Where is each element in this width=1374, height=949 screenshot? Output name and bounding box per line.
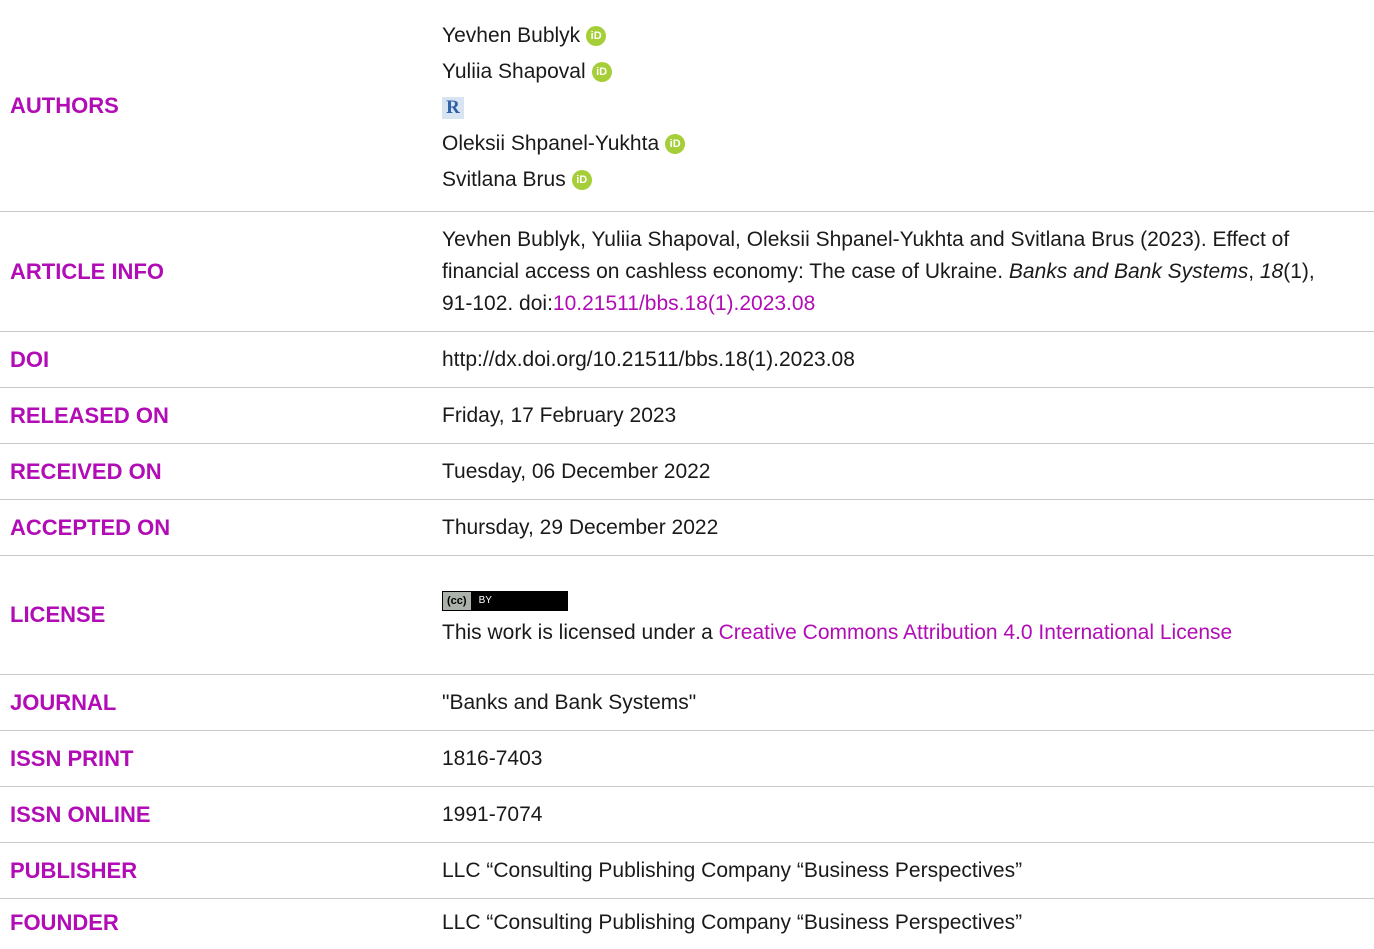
doi-row: DOI http://dx.doi.org/10.21511/bbs.18(1)… (0, 332, 1374, 388)
article-info-row: ARTICLE INFO Yevhen Bublyk, Yuliia Shapo… (0, 212, 1374, 332)
issn-print-value: 1816-7403 (442, 746, 543, 770)
cc-icon: (cc) (443, 591, 471, 610)
doi-label: DOI (10, 346, 50, 372)
publisher-row: PUBLISHER LLC “Consulting Publishing Com… (0, 843, 1374, 899)
author-name[interactable]: Oleksii Shpanel-Yukhta (442, 128, 659, 160)
author-item: Svitlana Brus iD (442, 162, 1334, 198)
issn-online-row: ISSN ONLINE 1991-7074 (0, 787, 1374, 843)
issn-online-value: 1991-7074 (442, 802, 543, 826)
orcid-icon[interactable]: iD (591, 61, 612, 82)
author-name[interactable]: Yevhen Bublyk (442, 20, 580, 52)
authors-label: AUTHORS (10, 92, 119, 118)
released-label: RELEASED ON (10, 402, 169, 428)
publisher-value: LLC “Consulting Publishing Company “Busi… (442, 858, 1023, 882)
by-icon: BY (478, 594, 492, 606)
journal-row: JOURNAL "Banks and Bank Systems" (0, 675, 1374, 731)
orcid-icon[interactable]: iD (586, 25, 607, 46)
license-label: LICENSE (10, 602, 106, 627)
author-item: R (442, 90, 1334, 126)
article-citation: Yevhen Bublyk, Yuliia Shapoval, Oleksii … (442, 224, 1374, 320)
doi-value: http://dx.doi.org/10.21511/bbs.18(1).202… (442, 347, 855, 371)
article-info-label: ARTICLE INFO (10, 258, 164, 284)
accepted-row: ACCEPTED ON Thursday, 29 December 2022 (0, 500, 1374, 556)
cc-by-badge-icon[interactable]: (cc) BY (442, 590, 568, 611)
received-label: RECEIVED ON (10, 458, 162, 484)
license-row: LICENSE (cc) BY This work is licensed un… (0, 556, 1374, 675)
citation-volume: 18 (1259, 259, 1284, 283)
license-value: (cc) BY This work is licensed under a Cr… (442, 582, 1374, 649)
founder-row: FOUNDER LLC “Consulting Publishing Compa… (0, 899, 1374, 947)
metadata-table: AUTHORS Yevhen Bublyk iD Yuliia Shapoval… (0, 0, 1374, 947)
issn-print-label: ISSN PRINT (10, 745, 134, 771)
publisher-label: PUBLISHER (10, 857, 138, 883)
author-name[interactable]: Svitlana Brus (442, 164, 566, 196)
license-text-plain: This work is licensed under a (442, 620, 719, 644)
received-value: Tuesday, 06 December 2022 (442, 459, 711, 483)
founder-value: LLC “Consulting Publishing Company “Busi… (442, 911, 1023, 934)
orcid-icon[interactable]: iD (571, 169, 592, 190)
orcid-icon[interactable]: iD (665, 133, 686, 154)
accepted-label: ACCEPTED ON (10, 514, 171, 540)
citation-separator: , (1248, 259, 1260, 283)
license-text: This work is licensed under a Creative C… (442, 617, 1334, 649)
researchgate-icon[interactable]: R (442, 96, 464, 119)
author-item: Oleksii Shpanel-Yukhta iD (442, 126, 1334, 162)
author-name[interactable]: Yuliia Shapoval (442, 56, 586, 88)
authors-list: Yevhen Bublyk iD Yuliia Shapoval iD R Ol… (442, 14, 1374, 198)
license-link[interactable]: Creative Commons Attribution 4.0 Interna… (719, 621, 1233, 644)
citation-journal: Banks and Bank Systems (1008, 259, 1249, 283)
journal-label: JOURNAL (10, 689, 117, 715)
author-item: Yevhen Bublyk iD (442, 18, 1334, 54)
issn-print-row: ISSN PRINT 1816-7403 (0, 731, 1374, 787)
received-row: RECEIVED ON Tuesday, 06 December 2022 (0, 444, 1374, 500)
authors-row: AUTHORS Yevhen Bublyk iD Yuliia Shapoval… (0, 0, 1374, 212)
issn-online-label: ISSN ONLINE (10, 801, 151, 827)
journal-value: "Banks and Bank Systems" (442, 690, 697, 714)
author-item: Yuliia Shapoval iD (442, 54, 1334, 90)
accepted-value: Thursday, 29 December 2022 (442, 515, 719, 539)
released-value: Friday, 17 February 2023 (442, 403, 677, 427)
citation-doi-link[interactable]: 10.21511/bbs.18(1).2023.08 (553, 292, 815, 315)
founder-label: FOUNDER (10, 910, 119, 935)
released-row: RELEASED ON Friday, 17 February 2023 (0, 388, 1374, 444)
